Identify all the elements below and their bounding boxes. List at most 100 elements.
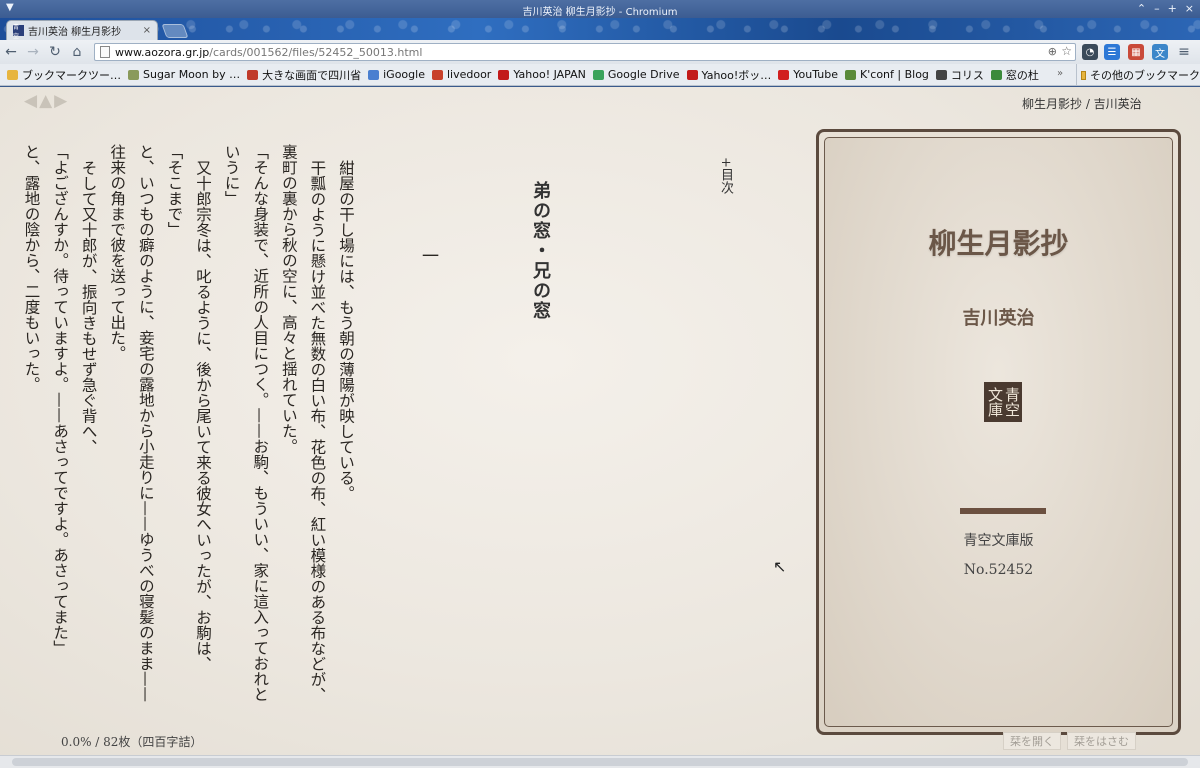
folder-icon — [1081, 70, 1086, 80]
body-paragraph: そして又十郎が、振向きもせず急ぐ背へ、 — [79, 159, 98, 455]
bookmark-label: 窓の杜 — [1005, 68, 1039, 82]
bookmark-item[interactable]: コリス — [935, 67, 984, 83]
tab-active[interactable]: 青空 吉川英治 柳生月影抄 × — [6, 20, 158, 40]
bookmark-item[interactable]: 大きな画面で四川省 — [247, 67, 361, 83]
mouse-cursor-icon: ↖ — [773, 557, 787, 576]
page-content: ◀ ▲ ▶ 柳生月影抄 / 吉川英治 紺屋の干し場には、もう朝の薄陽が映している… — [0, 87, 1200, 768]
bookmark-item[interactable]: ブックマークツー… — [7, 67, 121, 83]
bookmark-favicon-icon — [935, 69, 947, 80]
section-number: 一 — [418, 247, 438, 264]
window-controls: ⌃ – + × — [1137, 2, 1194, 15]
bookmark-favicon-icon — [845, 69, 857, 80]
bookmark-favicon-icon — [592, 69, 604, 80]
next-page-icon[interactable]: ▶ — [54, 91, 67, 111]
bookmark-label: Sugar Moon by … — [143, 68, 241, 81]
extension-translate-icon[interactable]: 文 — [1152, 44, 1168, 60]
page-icon — [100, 46, 110, 58]
bookmarks-overflow-icon[interactable]: » — [1057, 68, 1063, 79]
cover-number: No.52452 — [963, 562, 1034, 578]
bookmark-item[interactable]: livedoor — [431, 68, 492, 81]
address-bar[interactable]: www.aozora.gr.jp/cards/001562/files/5245… — [94, 43, 1076, 61]
cover-edition: 青空文庫版 — [963, 533, 1034, 549]
bookmark-label: コリス — [950, 68, 984, 82]
window-title: 吉川英治 柳生月影抄 - Chromium — [522, 7, 678, 18]
bookmark-item[interactable]: Yahoo!ボッ… — [686, 67, 772, 83]
book-cover-inner: 柳生月影抄 吉川英治 青空文庫 青空文庫版 No.52452 — [824, 137, 1173, 727]
bookmark-item[interactable]: Google Drive — [592, 68, 680, 81]
shade-window-icon[interactable]: ⌃ — [1137, 2, 1146, 15]
forward-icon[interactable]: → — [22, 44, 44, 60]
browser-toolbar: ← → ↻ ⌂ www.aozora.gr.jp/cards/001562/fi… — [0, 40, 1200, 64]
body-text: 紺屋の干し場には、もう朝の薄陽が映している。 干瓢のように懸け並べた無数の白い布、… — [0, 144, 360, 704]
tab-label: 吉川英治 柳生月影抄 — [28, 27, 122, 38]
bookmark-label: iGoogle — [383, 68, 425, 81]
prev-page-icon[interactable]: ◀ — [24, 91, 37, 111]
bookmark-label: Yahoo! JAPAN — [513, 68, 586, 81]
minimize-window-icon[interactable]: – — [1154, 2, 1160, 15]
aozora-favicon-icon: 青空 — [13, 24, 24, 40]
extension-list-icon[interactable]: ☰ — [1104, 44, 1120, 60]
bookmark-item[interactable]: Yahoo! JAPAN — [498, 68, 586, 81]
reading-progress: 0.0% / 82枚（四百字詰） — [61, 735, 203, 749]
bookmark-favicon-icon — [368, 69, 380, 80]
bookmark-favicon-icon — [990, 69, 1002, 80]
body-paragraph: 「そこまで」 — [165, 144, 184, 237]
home-icon[interactable]: ⌂ — [66, 44, 88, 60]
bookmark-item[interactable]: Sugar Moon by … — [128, 68, 240, 81]
cover-divider — [960, 508, 1046, 514]
scrollbar-thumb[interactable] — [12, 758, 1188, 766]
breadcrumb[interactable]: 柳生月影抄 / 吉川英治 — [1022, 95, 1142, 112]
body-paragraph: 紺屋の干し場には、もう朝の薄陽が映している。 — [337, 159, 355, 501]
body-paragraph: 「そんな身装で、近所の人目につく。——お駒、もういい、家に這入っておれというに」 — [222, 144, 270, 702]
bookmark-item[interactable]: K'conf | Blog — [845, 68, 929, 81]
bookmark-label: ブックマークツー… — [22, 68, 121, 82]
bookmark-favicon-icon — [128, 69, 139, 80]
horizontal-scrollbar[interactable] — [0, 755, 1200, 768]
body-paragraph: 「よござんすか。待っていますよ。——あさってですよ。あさってまた」 — [51, 144, 70, 656]
extension-calendar-icon[interactable]: ▦ — [1128, 44, 1144, 60]
up-page-icon[interactable]: ▲ — [39, 91, 52, 111]
bookmark-label: Yahoo!ボッ… — [701, 68, 772, 82]
bookmark-label: Google Drive — [607, 68, 680, 81]
body-paragraph: と、露地の陰から、二度もいった。 — [22, 144, 41, 392]
reload-icon[interactable]: ↻ — [44, 44, 66, 60]
bookmark-star-icon[interactable]: ☆ — [1061, 44, 1072, 58]
bookmark-favicon-icon — [686, 69, 698, 80]
bookmark-item[interactable]: YouTube — [778, 68, 838, 81]
chrome-menu-icon[interactable]: ≡ — [1176, 44, 1192, 60]
other-bookmarks-label: その他のブックマーク — [1090, 69, 1200, 82]
cover-title: 柳生月影抄 — [928, 227, 1069, 260]
bookmark-favicon-icon — [247, 69, 259, 80]
toc-link[interactable]: +目次 — [716, 157, 735, 194]
body-paragraph: 又十郎宗冬は、叱るように、後から尾いて来る彼女へいったが、お駒は、 — [194, 159, 213, 672]
close-window-icon[interactable]: × — [1185, 2, 1194, 15]
url-host: www.aozora.gr.jp — [115, 45, 210, 59]
bookmark-item[interactable]: 窓の杜 — [990, 67, 1039, 83]
bookmark-favicon-icon — [7, 69, 18, 80]
bookmark-label: YouTube — [793, 68, 839, 81]
extension-pin-icon[interactable]: ◔ — [1082, 44, 1098, 60]
bookmark-label: livedoor — [446, 68, 492, 81]
bookmark-label: 大きな画面で四川省 — [262, 68, 362, 82]
bookmark-favicon-icon — [778, 69, 790, 80]
aozora-seal-logo: 青空文庫 — [984, 382, 1022, 422]
bookmark-favicon-icon — [431, 69, 443, 80]
insert-bookmark-button[interactable]: 栞をはさむ — [1067, 732, 1136, 750]
chapter-title: 弟の窓・兄の窓 — [530, 181, 551, 321]
maximize-window-icon[interactable]: + — [1168, 2, 1177, 15]
other-bookmarks-folder[interactable]: その他のブックマーク — [1076, 64, 1200, 85]
bookmark-item[interactable]: iGoogle — [368, 68, 425, 81]
open-bookmark-button[interactable]: 栞を開く — [1003, 732, 1061, 750]
zoom-icon[interactable]: ⊕ — [1048, 45, 1057, 58]
bookmark-label: K'conf | Blog — [860, 68, 929, 81]
tab-strip: 青空 吉川英治 柳生月影抄 × — [0, 18, 1200, 40]
back-icon[interactable]: ← — [0, 44, 22, 60]
body-paragraph: 干瓢のように懸け並べた無数の白い布、花色の布、紅い模様のある布などが、裏町の裏か… — [279, 144, 327, 702]
book-cover: 柳生月影抄 吉川英治 青空文庫 青空文庫版 No.52452 — [816, 129, 1181, 735]
reader-nav: ◀ ▲ ▶ — [24, 91, 67, 111]
tab-close-icon[interactable]: × — [143, 25, 151, 36]
new-tab-button[interactable] — [161, 24, 189, 38]
url-path: /cards/001562/files/52452_50013.html — [209, 45, 423, 59]
window-titlebar: ▼ 吉川英治 柳生月影抄 - Chromium ⌃ – + × — [0, 0, 1200, 18]
bookmarks-bar: ブックマークツー… Sugar Moon by … 大きな画面で四川省 iGoogle… — [0, 64, 1200, 86]
